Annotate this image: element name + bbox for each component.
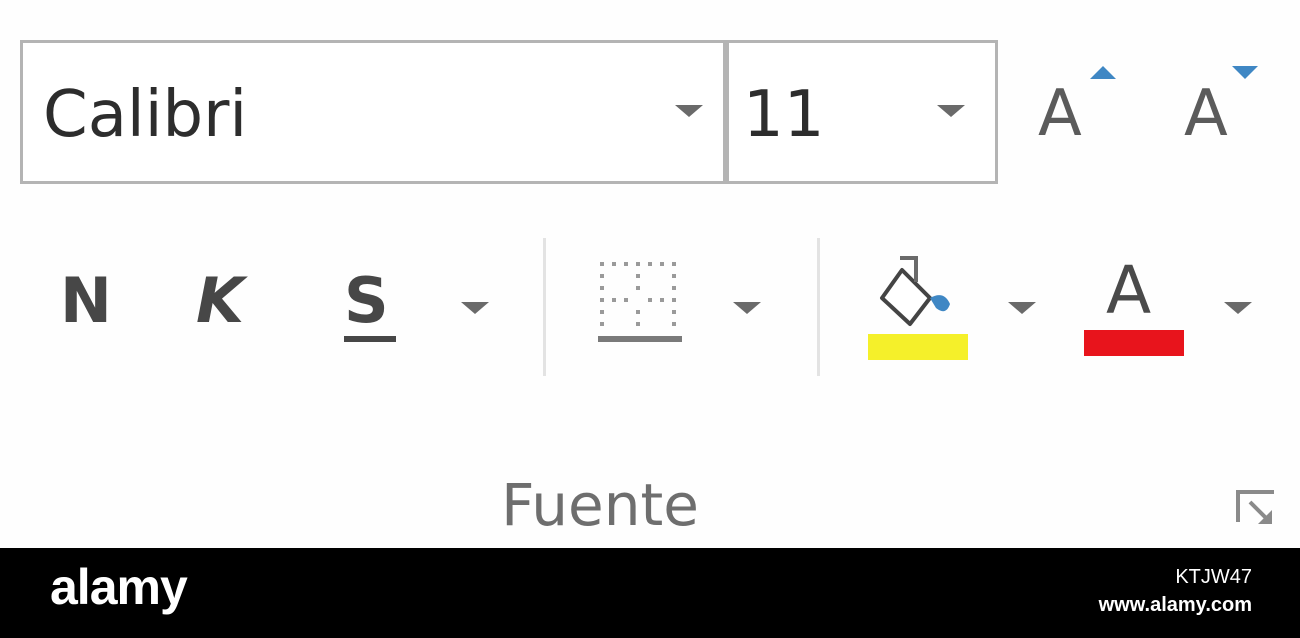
bold-button[interactable]: N <box>60 266 112 336</box>
increase-font-size-icon: A <box>1038 77 1082 151</box>
watermark-bar <box>0 548 1300 638</box>
font-name-dropdown-icon[interactable] <box>675 105 703 117</box>
font-color-icon: A <box>1106 252 1152 329</box>
decrease-font-size-button[interactable]: A <box>1176 60 1276 160</box>
separator <box>817 238 820 376</box>
watermark-logo: alamy <box>50 559 188 615</box>
font-color-dropdown-icon[interactable] <box>1224 302 1252 314</box>
dialog-launcher-button[interactable] <box>1234 486 1280 530</box>
font-color-bar <box>1084 330 1184 356</box>
fill-color-button[interactable] <box>864 252 974 362</box>
dialog-launcher-icon <box>1236 490 1274 524</box>
underline-bar <box>344 336 396 342</box>
separator <box>543 238 546 376</box>
fill-color-bar <box>868 334 968 360</box>
watermark-image-id: KTJW47 <box>1175 566 1252 588</box>
borders-button[interactable] <box>596 256 688 348</box>
fill-color-dropdown-icon[interactable] <box>1008 302 1036 314</box>
font-size-combo[interactable]: 11 <box>726 40 998 184</box>
font-size-dropdown-icon[interactable] <box>937 105 965 117</box>
borders-dropdown-icon[interactable] <box>733 302 761 314</box>
decrease-arrow-icon <box>1232 66 1258 79</box>
increase-arrow-icon <box>1090 66 1116 79</box>
font-color-button[interactable]: A <box>1080 256 1188 364</box>
borders-icon <box>598 262 682 342</box>
watermark-url: www.alamy.com <box>1098 594 1252 616</box>
font-size-value: 11 <box>743 78 825 152</box>
italic-button[interactable]: K <box>196 266 244 336</box>
underline-button[interactable]: S <box>340 262 400 348</box>
font-name-combo[interactable]: Calibri <box>20 40 726 184</box>
group-label: Fuente <box>501 471 699 539</box>
decrease-font-size-icon: A <box>1184 77 1228 151</box>
font-ribbon-group: Calibri 11 A A N K S A Fuente <box>0 0 1300 548</box>
increase-font-size-button[interactable]: A <box>1030 60 1130 160</box>
font-name-value: Calibri <box>43 78 248 152</box>
underline-icon: S <box>344 264 389 337</box>
underline-dropdown-icon[interactable] <box>461 302 489 314</box>
